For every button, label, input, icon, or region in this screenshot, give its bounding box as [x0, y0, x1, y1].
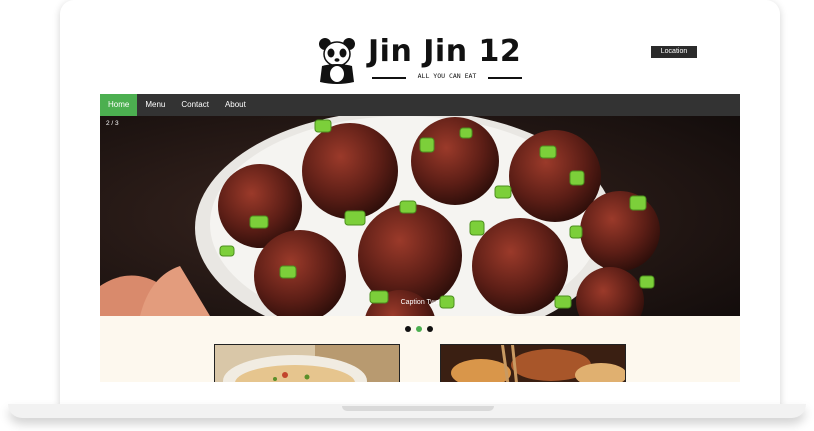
slide-dot-3[interactable]: [427, 326, 433, 332]
nav-item-menu[interactable]: Menu: [137, 94, 173, 116]
brand-name: Jin Jin 12: [368, 34, 522, 69]
nav-item-contact[interactable]: Contact: [173, 94, 217, 116]
slide-dots: [405, 326, 433, 332]
website-screen: Jin Jin 12 ALL YOU CAN EAT Location Home…: [98, 30, 744, 382]
slide-dot-2[interactable]: [416, 326, 422, 332]
main-navigation: Home Menu Contact About: [100, 94, 740, 116]
noodle-soup-photo: [215, 345, 399, 382]
tagline-divider-left: [372, 77, 406, 79]
content-section: [100, 316, 740, 382]
nav-item-home[interactable]: Home: [100, 94, 138, 116]
tagline-divider-right: [488, 77, 522, 79]
laptop-notch: [342, 406, 494, 411]
site-logo[interactable]: Jin Jin 12 ALL YOU CAN EAT: [316, 34, 526, 86]
slide-dot-1[interactable]: [405, 326, 411, 332]
food-card-image-1[interactable]: [214, 344, 400, 382]
hero-slideshow[interactable]: 2 / 3 Caption Two: [100, 116, 740, 316]
food-photo: [100, 116, 740, 316]
panda-icon: [319, 38, 355, 84]
dim-sum-photo: [441, 345, 625, 382]
slide-counter: 2 / 3: [106, 120, 119, 127]
location-button[interactable]: Location: [651, 46, 697, 58]
nav-item-about[interactable]: About: [217, 94, 254, 116]
site-header: Jin Jin 12 ALL YOU CAN EAT Location: [98, 30, 744, 94]
slide-caption: Caption Two: [400, 299, 440, 306]
laptop-mockup: Jin Jin 12 ALL YOU CAN EAT Location Home…: [0, 0, 814, 431]
food-card-image-2[interactable]: [440, 344, 626, 382]
brand-tagline: ALL YOU CAN EAT: [417, 72, 477, 80]
tagline-block: ALL YOU CAN EAT: [372, 72, 522, 84]
